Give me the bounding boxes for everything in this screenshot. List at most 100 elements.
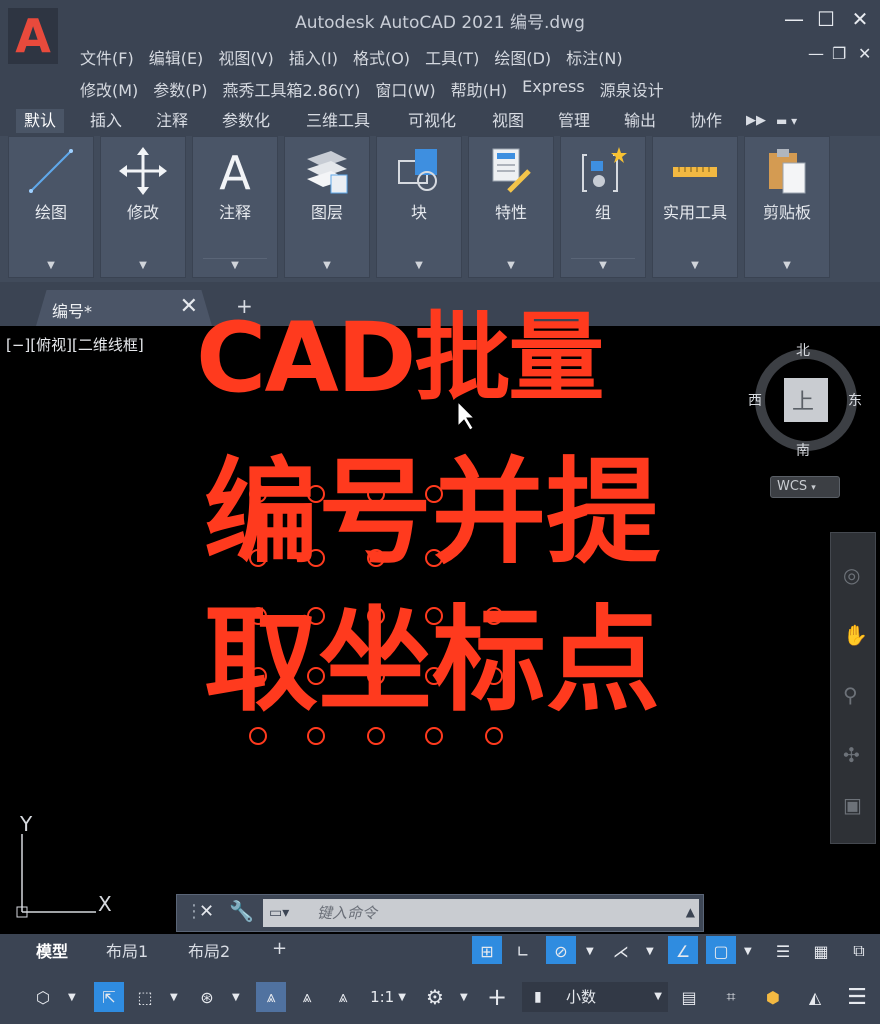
menu-express[interactable]: Express bbox=[522, 77, 599, 101]
object-snap-icon[interactable]: ▢ bbox=[706, 936, 736, 966]
chevron-down-icon[interactable]: ▼ bbox=[9, 260, 93, 271]
customize-wrench-icon[interactable]: 🔧 bbox=[229, 899, 254, 923]
maximize-button[interactable]: ☐ bbox=[812, 6, 840, 32]
menu-dimension[interactable]: 标注(N) bbox=[566, 45, 637, 69]
menu-file[interactable]: 文件(F) bbox=[80, 45, 149, 69]
menu-modify[interactable]: 修改(M) bbox=[80, 77, 153, 101]
chevron-down-icon[interactable]: ▼ bbox=[193, 260, 277, 271]
panel-layers[interactable]: 图层 ▼ bbox=[284, 136, 370, 278]
drawing-canvas[interactable]: [−][俯视][二维线框] CAD批量 编号并提 取坐标点 北 南 东 西 上 … bbox=[0, 310, 880, 934]
minimize-button[interactable]: — bbox=[780, 6, 808, 32]
viewcube[interactable]: 北 南 东 西 上 bbox=[748, 343, 862, 459]
tab-manage[interactable]: 管理 bbox=[550, 109, 598, 133]
panel-clipboard[interactable]: 剪贴板 ▼ bbox=[744, 136, 830, 278]
chevron-down-icon[interactable]: ▼ bbox=[469, 260, 553, 271]
mdi-close-button[interactable]: ✕ bbox=[858, 44, 871, 63]
customization-menu-icon[interactable]: ☰ bbox=[842, 982, 872, 1012]
auto-scale-icon[interactable]: ⩓ bbox=[292, 982, 322, 1012]
chevron-down-icon[interactable]: ▼ bbox=[745, 260, 829, 271]
chevron-down-icon[interactable]: ▼ bbox=[586, 946, 594, 957]
tab-annotate[interactable]: 注释 bbox=[148, 109, 196, 133]
chevron-down-icon[interactable]: ▼ bbox=[232, 992, 240, 1003]
command-history-icon[interactable]: ▲ bbox=[686, 905, 695, 919]
annotation-visibility-icon[interactable]: ⩓ bbox=[256, 982, 286, 1012]
panel-group[interactable]: 组 ▼ bbox=[560, 136, 646, 278]
menu-parameter[interactable]: 参数(P) bbox=[153, 77, 222, 101]
lineweight-icon[interactable]: ☰ bbox=[768, 936, 798, 966]
file-tab[interactable]: 编号* ✕ bbox=[36, 290, 212, 326]
panel-block[interactable]: 块 ▼ bbox=[376, 136, 462, 278]
chevron-down-icon[interactable]: ▼ bbox=[170, 992, 178, 1003]
chevron-down-icon[interactable]: ▼ bbox=[561, 260, 645, 271]
object-snap-tracking-icon[interactable]: ∠ bbox=[668, 936, 698, 966]
tab-visualize[interactable]: 可视化 bbox=[400, 109, 464, 133]
tab-layout1[interactable]: 布局1 bbox=[106, 938, 148, 962]
menu-yanxiu-toolbox[interactable]: 燕秀工具箱2.86(Y) bbox=[222, 77, 375, 101]
dynamic-ucs-icon[interactable]: ⇱ bbox=[94, 982, 124, 1012]
chevron-down-icon[interactable]: ▼ bbox=[653, 260, 737, 271]
graphics-performance-icon[interactable]: ◭ bbox=[800, 982, 830, 1012]
pan-icon[interactable]: ✋ bbox=[843, 623, 868, 647]
chevron-down-icon[interactable]: ▼ bbox=[377, 260, 461, 271]
tab-3d-tools[interactable]: 三维工具 bbox=[298, 109, 378, 133]
tab-parametric[interactable]: 参数化 bbox=[214, 109, 278, 133]
navigation-bar[interactable]: ◎ ✋ ⚲ ✣ ▣ bbox=[830, 532, 876, 844]
panel-draw[interactable]: 绘图 ▼ bbox=[8, 136, 94, 278]
viewcube-top-face[interactable]: 上 bbox=[792, 384, 814, 416]
chevron-down-icon[interactable]: ▼ bbox=[744, 946, 752, 957]
tab-output[interactable]: 输出 bbox=[616, 109, 664, 133]
close-icon[interactable]: ✕ bbox=[199, 901, 214, 922]
polar-tracking-icon[interactable]: ⊘ bbox=[546, 936, 576, 966]
menu-help[interactable]: 帮助(H) bbox=[451, 77, 523, 101]
close-tab-icon[interactable]: ✕ bbox=[180, 294, 198, 319]
isodraft-icon[interactable]: ⋌ bbox=[606, 936, 636, 966]
3d-object-snap-icon[interactable]: ⬡ bbox=[28, 982, 58, 1012]
menu-window[interactable]: 窗口(W) bbox=[375, 77, 450, 101]
menu-format[interactable]: 格式(O) bbox=[353, 45, 425, 69]
menu-view[interactable]: 视图(V) bbox=[218, 45, 288, 69]
selection-cycling-icon[interactable]: ⧉ bbox=[844, 936, 874, 966]
grid-snap-icon[interactable]: ∟ bbox=[508, 936, 538, 966]
menu-tools[interactable]: 工具(T) bbox=[425, 45, 494, 69]
selection-filter-icon[interactable]: ⬚ bbox=[130, 982, 160, 1012]
mdi-minimize-button[interactable]: — bbox=[808, 44, 824, 63]
tab-collaborate[interactable]: 协作 bbox=[682, 109, 730, 133]
menu-yuanquan-design[interactable]: 源泉设计 bbox=[600, 77, 679, 101]
chevron-down-icon[interactable]: ▼ bbox=[646, 946, 654, 957]
showmotion-icon[interactable]: ▣ bbox=[843, 793, 862, 817]
chevron-down-icon[interactable]: ▼ bbox=[68, 992, 76, 1003]
compass-south[interactable]: 南 bbox=[796, 440, 810, 460]
panel-annotation[interactable]: A 注释 ▼ bbox=[192, 136, 278, 278]
annotation-monitor-icon[interactable]: + bbox=[482, 982, 512, 1012]
orbit-icon[interactable]: ✣ bbox=[843, 743, 860, 767]
tab-layout2[interactable]: 布局2 bbox=[188, 938, 230, 962]
chevron-down-icon[interactable]: ▼ bbox=[101, 260, 185, 271]
compass-east[interactable]: 东 bbox=[848, 390, 862, 410]
steering-wheel-icon[interactable]: ◎ bbox=[843, 563, 860, 587]
chevron-down-icon[interactable]: ▼ bbox=[285, 260, 369, 271]
panel-properties[interactable]: 特性 ▼ bbox=[468, 136, 554, 278]
tab-default[interactable]: 默认 bbox=[16, 109, 65, 133]
close-button[interactable]: ✕ bbox=[846, 6, 874, 32]
workspace-gear-icon[interactable]: ⚙ bbox=[420, 982, 450, 1012]
new-tab-button[interactable]: + bbox=[236, 294, 253, 318]
isolate-objects-icon[interactable]: ⬢ bbox=[758, 982, 788, 1012]
tab-view[interactable]: 视图 bbox=[484, 109, 532, 133]
annotation-scale-icon[interactable]: ⩓ bbox=[328, 982, 358, 1012]
mdi-restore-button[interactable]: ❐ bbox=[832, 44, 846, 63]
chevron-down-icon[interactable]: ▼ bbox=[460, 992, 468, 1003]
compass-west[interactable]: 西 bbox=[748, 390, 762, 410]
panel-utilities[interactable]: 实用工具 ▼ bbox=[652, 136, 738, 278]
lock-ui-icon[interactable]: ⌗ bbox=[716, 982, 746, 1012]
model-space-toggle[interactable]: ⊞ bbox=[472, 936, 502, 966]
gizmo-icon[interactable]: ⊛ bbox=[192, 982, 222, 1012]
ribbon-display-toggle-icon[interactable]: ▬ ▾ bbox=[768, 109, 805, 133]
zoom-icon[interactable]: ⚲ bbox=[843, 683, 858, 707]
menu-insert[interactable]: 插入(I) bbox=[289, 45, 353, 69]
add-layout-button[interactable]: + bbox=[272, 938, 287, 959]
compass-north[interactable]: 北 bbox=[796, 340, 810, 360]
transparency-icon[interactable]: ▦ bbox=[806, 936, 836, 966]
menu-edit[interactable]: 编辑(E) bbox=[149, 45, 219, 69]
panel-modify[interactable]: 修改 ▼ bbox=[100, 136, 186, 278]
menu-draw[interactable]: 绘图(D) bbox=[494, 45, 566, 69]
